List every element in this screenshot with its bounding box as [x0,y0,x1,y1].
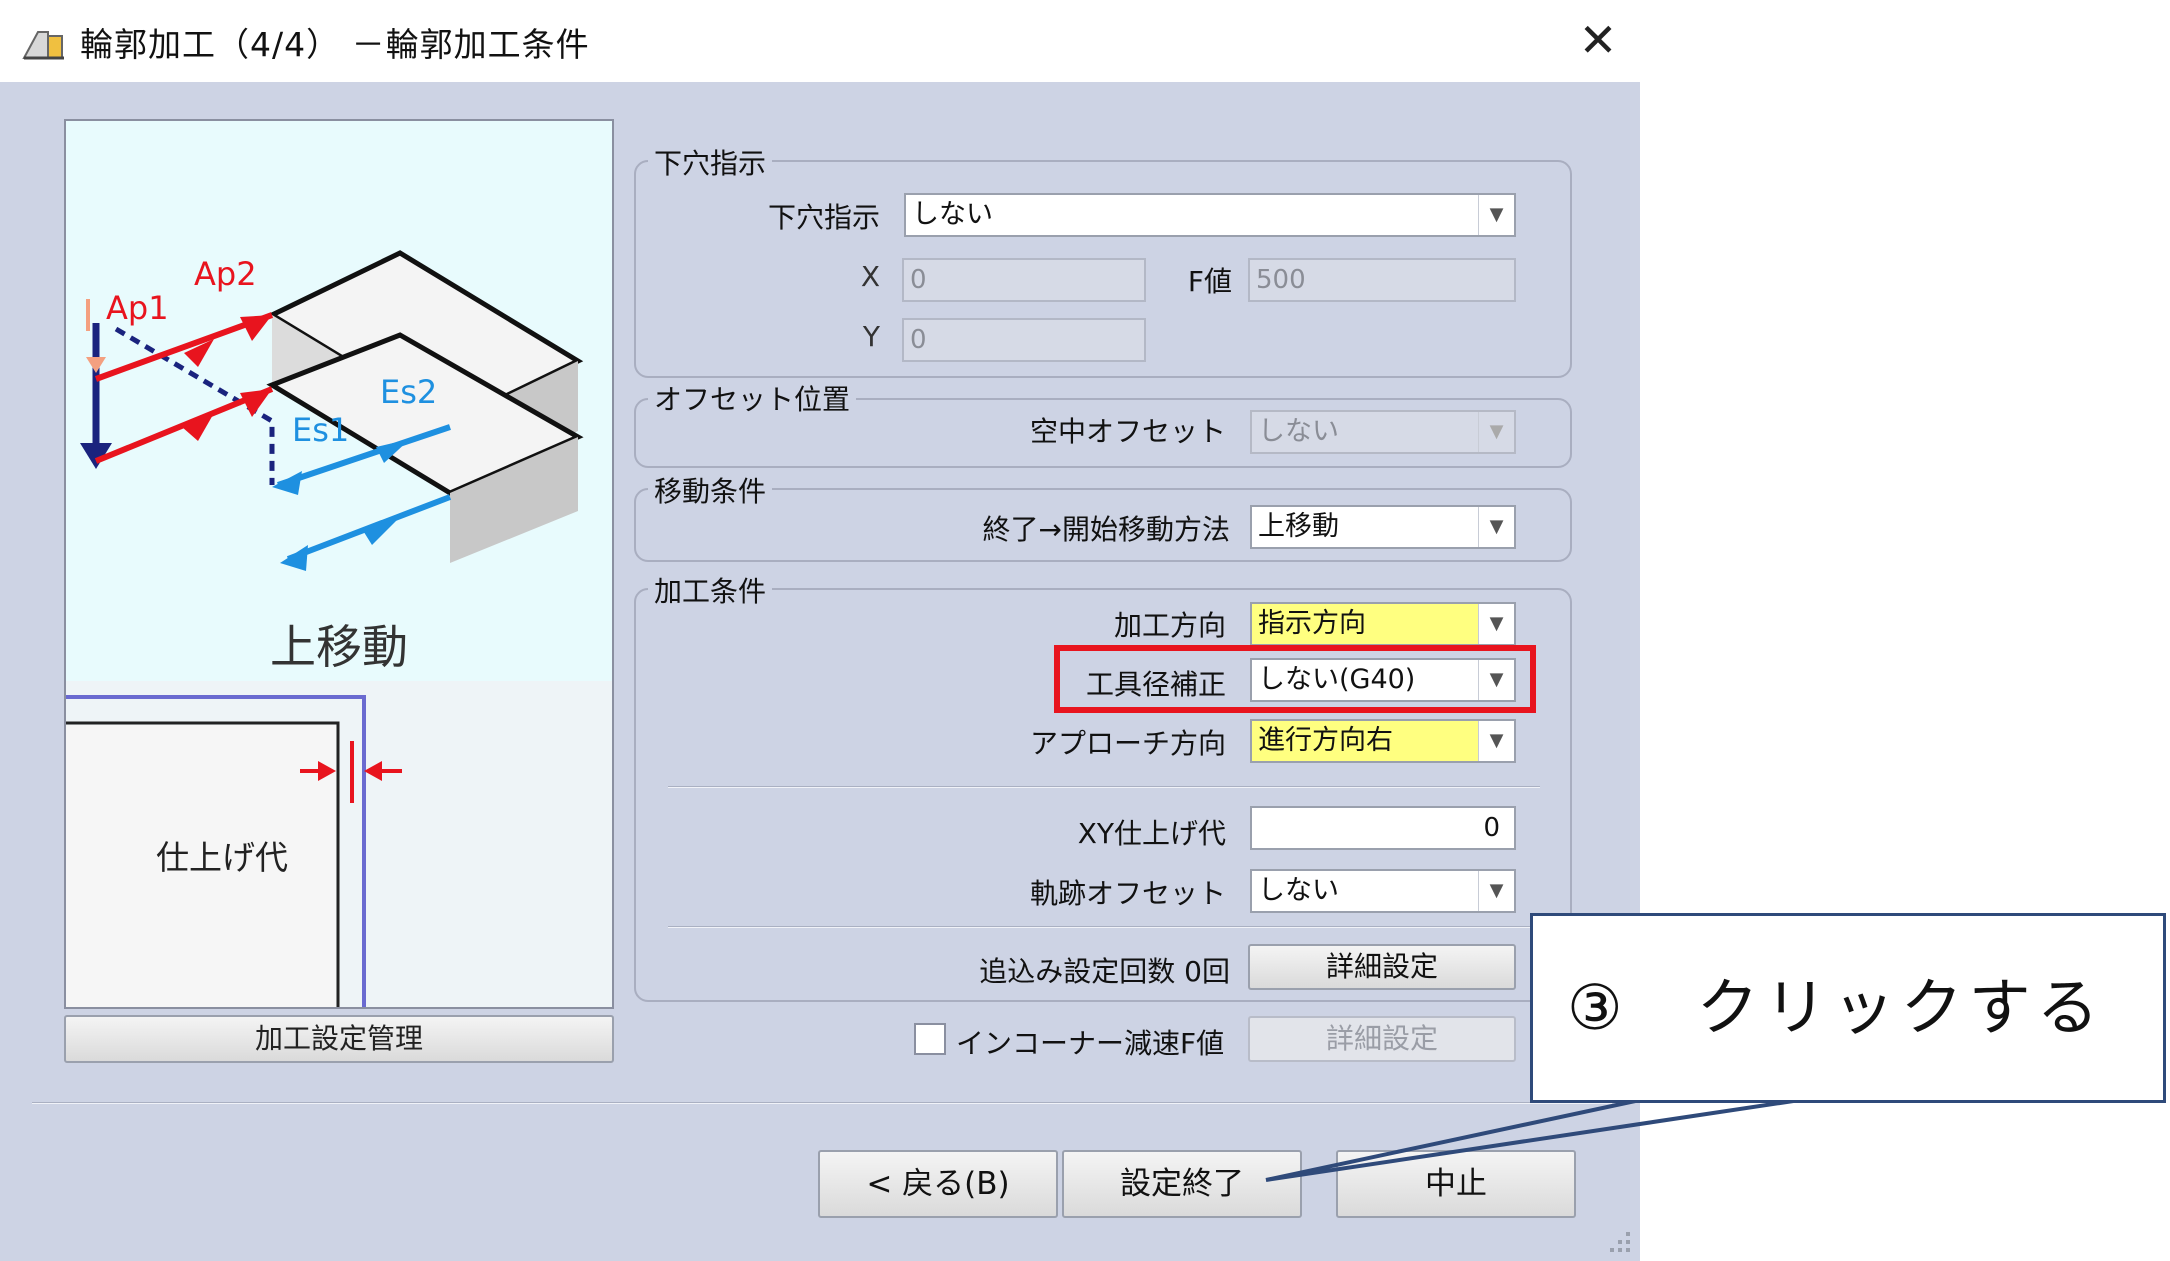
instruction-callout: ③ クリックする [1530,913,2166,1103]
